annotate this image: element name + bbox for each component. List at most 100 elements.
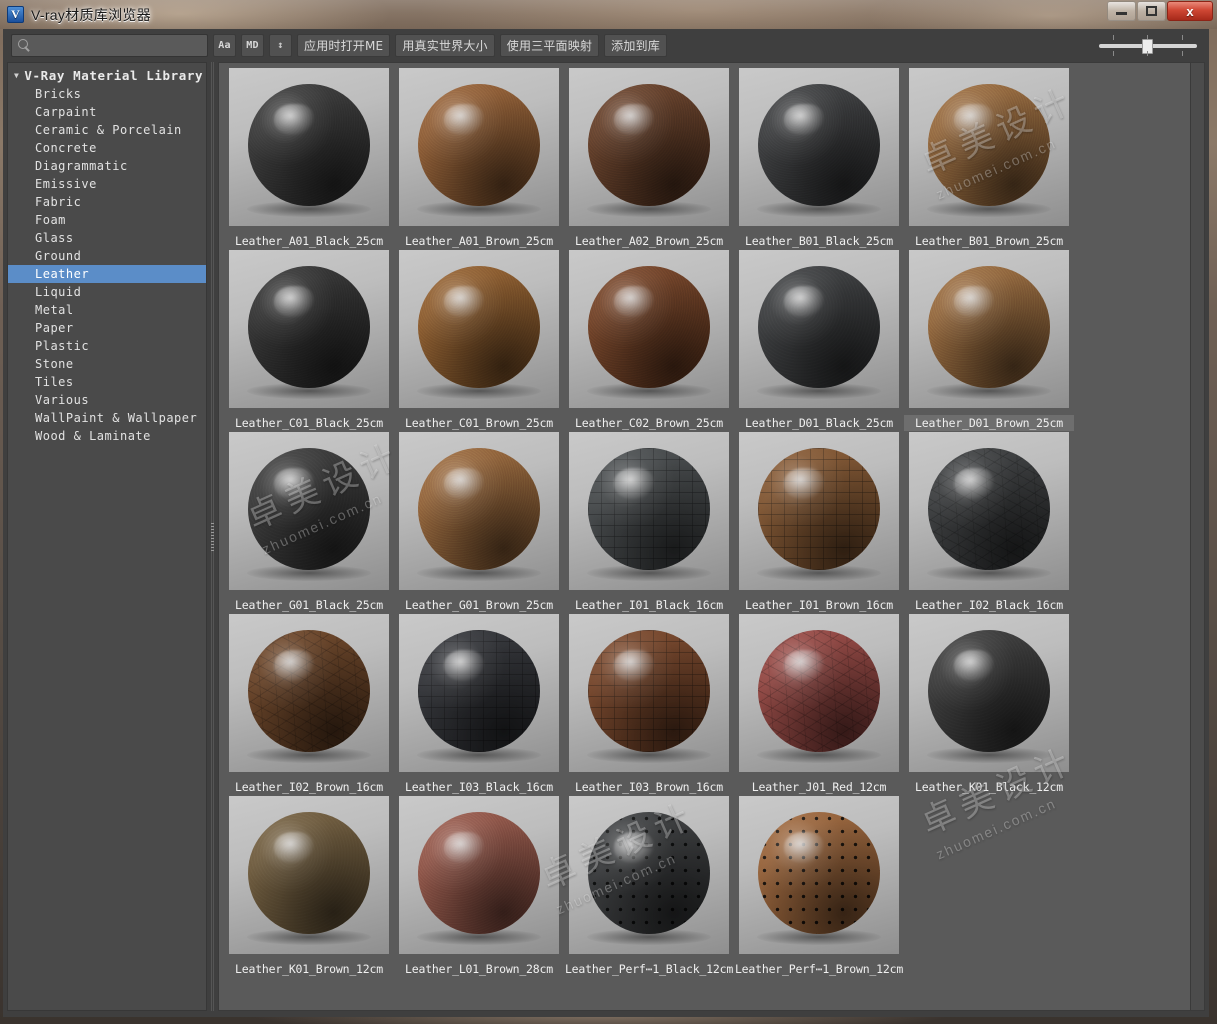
open-me-on-apply-button[interactable]: 应用时打开ME [297,34,391,57]
material-thumbnail[interactable] [399,614,559,772]
specular-highlight [783,285,824,318]
material-cell[interactable]: Leather_A01_Black_25cm [224,68,394,250]
material-thumbnail[interactable] [739,250,899,408]
material-thumbnail[interactable] [229,796,389,954]
sidebar-item-foam[interactable]: Foam [8,211,206,229]
category-tree[interactable]: ▼ V-Ray Material Library Bricks Carpaint… [7,62,207,1011]
material-cell[interactable]: Leather_G01_Brown_25cm [394,432,564,614]
sidebar-item-liquid[interactable]: Liquid [8,283,206,301]
panel-splitter[interactable] [207,62,218,1011]
material-cell[interactable]: Leather_G01_Black_25cm [224,432,394,614]
material-cell[interactable]: Leather_A01_Brown_25cm [394,68,564,250]
sidebar-item-ceramic-porcelain[interactable]: Ceramic & Porcelain [8,121,206,139]
sidebar-item-fabric[interactable]: Fabric [8,193,206,211]
material-cell[interactable]: Leather_B01_Black_25cm [734,68,904,250]
material-thumbnail[interactable] [569,432,729,590]
material-thumbnail[interactable] [399,432,559,590]
sidebar-item-wood-laminate[interactable]: Wood & Laminate [8,427,206,445]
close-button[interactable]: x [1167,1,1213,21]
text-size-button[interactable]: Aa [213,34,236,57]
minimize-button[interactable] [1107,1,1136,21]
material-cell[interactable]: Leather_D01_Black_25cm [734,250,904,432]
sidebar-item-diagrammatic[interactable]: Diagrammatic [8,157,206,175]
material-cell[interactable]: Leather_K01_Black_12cm [904,614,1074,796]
material-cell[interactable]: Leather_C02_Brown_25cm [564,250,734,432]
sidebar-item-ground[interactable]: Ground [8,247,206,265]
title-bar[interactable]: V V-ray材质库浏览器 x [0,0,1217,29]
material-cell[interactable]: Leather_D01_Brown_25cm [904,250,1074,432]
chevron-down-icon[interactable]: ▼ [14,71,19,80]
material-thumbnail[interactable] [909,614,1069,772]
sidebar-item-bricks[interactable]: Bricks [8,85,206,103]
triplanar-mapping-button[interactable]: 使用三平面映射 [499,34,600,57]
material-thumbnail[interactable] [569,250,729,408]
material-display-button[interactable]: MD [241,34,264,57]
add-to-library-button[interactable]: 添加到库 [604,34,667,57]
specular-highlight [953,649,994,682]
material-label: Leather_I01_Black_16cm [575,598,723,612]
tree-root-item[interactable]: ▼ V-Ray Material Library [8,66,206,85]
material-sphere [928,84,1050,206]
sidebar-item-tiles[interactable]: Tiles [8,373,206,391]
material-cell[interactable]: Leather_L01_Brown_28cm [394,796,564,978]
material-sphere [588,84,710,206]
material-cell[interactable]: Leather_C01_Black_25cm [224,250,394,432]
material-thumbnail[interactable] [739,614,899,772]
material-cell[interactable]: Leather_Perf⋯1_Brown_12cm [734,796,904,978]
material-thumbnail[interactable] [399,796,559,954]
material-cell[interactable]: Leather_I03_Black_16cm [394,614,564,796]
maximize-button[interactable] [1137,1,1166,21]
material-thumbnail[interactable] [909,68,1069,226]
thumbnail-size-slider[interactable] [1099,34,1197,57]
material-cell[interactable]: Leather_I01_Black_16cm [564,432,734,614]
grid-scrollbar[interactable] [1190,63,1204,1010]
sidebar-item-concrete[interactable]: Concrete [8,139,206,157]
material-cell[interactable]: Leather_A02_Brown_25cm [564,68,734,250]
sidebar-item-paper[interactable]: Paper [8,319,206,337]
material-thumbnail[interactable] [909,432,1069,590]
material-thumbnail[interactable] [569,68,729,226]
material-thumbnail[interactable] [569,796,729,954]
material-thumbnail[interactable] [399,68,559,226]
material-thumbnail[interactable] [229,432,389,590]
material-thumbnail[interactable] [229,68,389,226]
sidebar-item-wallpaint-wallpaper[interactable]: WallPaint & Wallpaper [8,409,206,427]
sidebar-item-plastic[interactable]: Plastic [8,337,206,355]
splitter-grip[interactable] [211,522,214,551]
material-cell[interactable]: Leather_I02_Brown_16cm [224,614,394,796]
material-thumbnail[interactable] [229,250,389,408]
material-cell[interactable]: Leather_I01_Brown_16cm [734,432,904,614]
real-world-scale-button[interactable]: 用真实世界大小 [395,34,495,57]
sidebar-item-label: Metal [35,303,74,317]
sort-order-button[interactable]: ↕ [269,34,292,57]
material-thumbnail[interactable] [399,250,559,408]
material-thumbnail[interactable] [739,68,899,226]
search-box[interactable] [11,34,208,57]
sidebar-item-emissive[interactable]: Emissive [8,175,206,193]
material-thumbnail[interactable] [569,614,729,772]
specular-highlight [273,103,314,136]
sidebar-item-label: Leather [35,267,90,281]
material-cell[interactable]: Leather_I02_Black_16cm [904,432,1074,614]
sidebar-item-metal[interactable]: Metal [8,301,206,319]
material-thumbnail[interactable] [739,432,899,590]
material-label: Leather_C01_Black_25cm [235,416,383,430]
material-sphere [588,630,710,752]
search-input[interactable] [36,39,201,52]
sidebar-item-various[interactable]: Various [8,391,206,409]
material-sphere [418,84,540,206]
material-cell[interactable]: Leather_J01_Red_12cm [734,614,904,796]
material-cell[interactable]: Leather_B01_Brown_25cm [904,68,1074,250]
material-cell[interactable]: Leather_K01_Brown_12cm [224,796,394,978]
material-cell[interactable]: Leather_I03_Brown_16cm [564,614,734,796]
specular-highlight [273,649,314,682]
material-thumbnail[interactable] [229,614,389,772]
sidebar-item-leather[interactable]: Leather [8,265,206,283]
sidebar-item-stone[interactable]: Stone [8,355,206,373]
material-cell[interactable]: Leather_C01_Brown_25cm [394,250,564,432]
material-cell[interactable]: Leather_Perf⋯1_Black_12cm [564,796,734,978]
material-thumbnail[interactable] [909,250,1069,408]
sidebar-item-carpaint[interactable]: Carpaint [8,103,206,121]
material-thumbnail[interactable] [739,796,899,954]
sidebar-item-glass[interactable]: Glass [8,229,206,247]
